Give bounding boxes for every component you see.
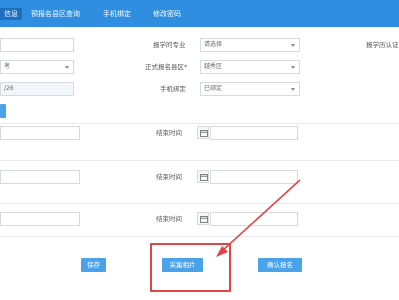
annotation-arrow [216,179,301,257]
